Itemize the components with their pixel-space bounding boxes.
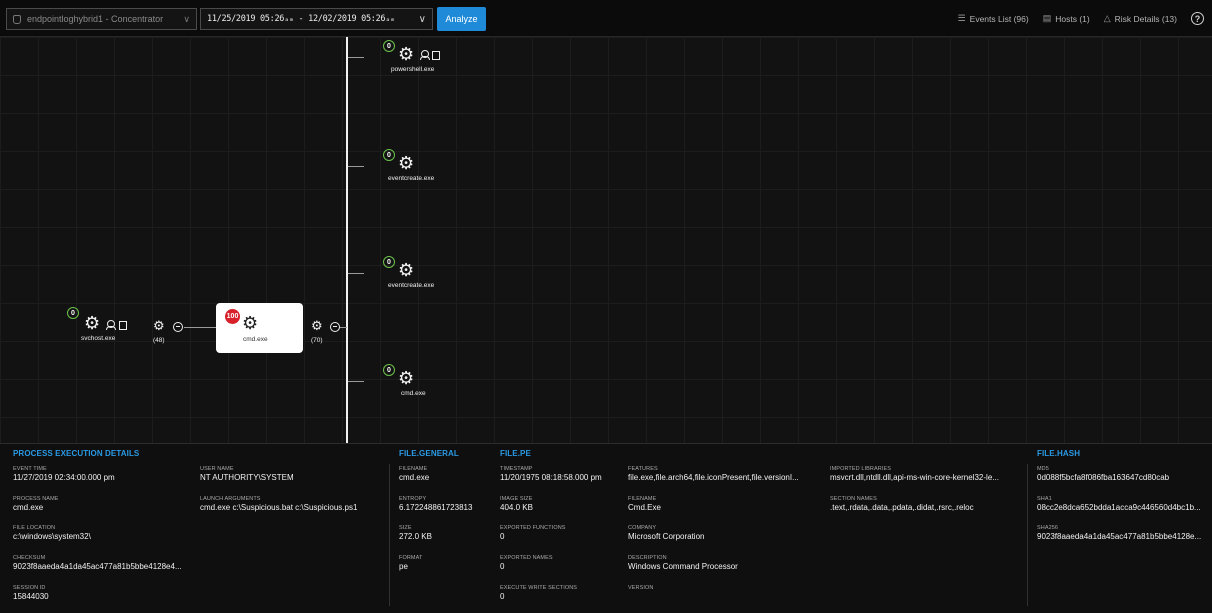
service-selector[interactable]: endpointloghybrid1 - Concentrator ∨ [6, 8, 197, 30]
analyze-button[interactable]: Analyze [437, 7, 486, 31]
field-imported-libraries: IMPORTED LIBRARIES msvcrt.dll,ntdll.dll,a… [830, 466, 999, 482]
field-section-names: SECTION NAMES .text,.rdata,.data,.pdata,.… [830, 496, 974, 512]
service-selector-label: endpointloghybrid1 - Concentrator [27, 14, 164, 24]
child-gear-icon: ⚙ [153, 319, 165, 334]
score-badge: 0 [383, 40, 395, 52]
process-gear-icon[interactable]: ⚙ [398, 46, 414, 64]
score-badge: 0 [383, 256, 395, 268]
field-features: FEATURES file.exe,file.arch64,file.iconPr… [628, 466, 799, 482]
field-md5: MD5 0d088f5bcfa8f086fba163647cd80cab [1037, 466, 1170, 482]
field-launch-arguments: LAUNCH ARGUMENTS cmd.exe c:\Suspicious.ba… [200, 496, 358, 512]
risk-details-label: Risk Details (13) [1114, 13, 1177, 24]
field-sha1: SHA1 08cc2e8dca652bdda1acca9c446560d4bc1b… [1037, 496, 1201, 512]
children-count: (48) [153, 337, 165, 344]
chevron-down-icon: ∨ [418, 13, 426, 25]
field-pe-filename: FILENAME Cmd.Exe [628, 496, 661, 512]
field-event-time: EVENT TIME 11/27/2019 02:34:00.000 pm [13, 466, 115, 482]
process-gear-icon[interactable]: ⚙ [84, 315, 100, 333]
score-badge: 0 [383, 149, 395, 161]
user-icon [420, 50, 430, 60]
process-label-powershell[interactable]: powershell.exe [391, 66, 434, 73]
host-icon: ▤ [1042, 13, 1052, 23]
children-connector [346, 37, 348, 443]
children-count: (70) [311, 337, 323, 344]
field-filename: FILENAME cmd.exe [399, 466, 430, 482]
time-range-selector[interactable]: 11/25/2019 05:26ₐₘ - 12/02/2019 05:26ₐₘ … [200, 8, 433, 30]
file-icon [432, 51, 440, 60]
field-exported-functions: EXPORTED FUNCTIONS 0 [500, 525, 566, 541]
field-exported-names: EXPORTED NAMES 0 [500, 555, 553, 571]
help-icon[interactable]: ? [1191, 12, 1204, 25]
edge-line [184, 327, 216, 328]
details-panel: PROCESS EXECUTION DETAILS EVENT TIME 11/2… [0, 443, 1212, 613]
field-execute-write-sections: EXECUTE WRITE SECTIONS 0 [500, 585, 578, 601]
process-gear-icon[interactable]: ⚙ [398, 155, 414, 173]
section-title-file-general: FILE.GENERAL [399, 449, 459, 458]
file-icon [119, 321, 127, 330]
time-range-label: 11/25/2019 05:26ₐₘ - 12/02/2019 05:26ₐₘ [207, 14, 395, 24]
field-version: VERSION [628, 585, 654, 591]
score-badge: 0 [383, 364, 395, 376]
edge-line [348, 381, 364, 382]
field-company: COMPANY Microsoft Corporation [628, 525, 705, 541]
process-graph[interactable]: 0 ⚙ svchost.exe ⚙ (48) 100 ⚙ cmd.exe ⚙ (… [0, 37, 1212, 443]
field-file-location: FILE LOCATION c:\windows\system32\ [13, 525, 91, 541]
top-toolbar: endpointloghybrid1 - Concentrator ∨ 11/2… [0, 0, 1212, 37]
score-badge: 0 [67, 307, 79, 319]
field-sha256: SHA256 9023f8aaeda4a1da45ac477a81b5bbe412… [1037, 525, 1202, 541]
collapse-icon[interactable] [330, 322, 340, 332]
field-format: FORMAT pe [399, 555, 423, 571]
risk-badge: 100 [225, 309, 240, 324]
process-gear-icon: ⚙ [242, 313, 259, 334]
field-user-name: USER NAME NT AUTHORITY\SYSTEM [200, 466, 294, 482]
field-checksum: CHECKSUM 9023f8aaeda4a1da45ac477a81b5bbe4… [13, 555, 182, 571]
field-size: SIZE 272.0 KB [399, 525, 432, 541]
risk-details-button[interactable]: △ Risk Details (13) [1104, 13, 1177, 24]
hosts-button[interactable]: ▤ Hosts (1) [1043, 13, 1090, 24]
process-label-eventcreate[interactable]: eventcreate.exe [388, 175, 434, 182]
field-session-id: SESSION ID 15844030 [13, 585, 49, 601]
child-gear-icon: ⚙ [311, 319, 323, 334]
section-title-process-execution: PROCESS EXECUTION DETAILS [13, 449, 140, 458]
edge-line [348, 57, 364, 58]
section-title-file-hash: FILE.HASH [1037, 449, 1081, 458]
list-icon: ☰ [957, 13, 966, 23]
edge-line [348, 273, 364, 274]
field-process-name: PROCESS NAME cmd.exe [13, 496, 59, 512]
field-image-size: IMAGE SIZE 404.0 KB [500, 496, 533, 512]
events-list-label: Events List (96) [969, 13, 1029, 24]
database-icon [13, 14, 21, 24]
edge-line [348, 166, 364, 167]
bell-icon: △ [1103, 13, 1111, 23]
hosts-label: Hosts (1) [1055, 13, 1090, 24]
process-label-svchost[interactable]: svchost.exe [81, 335, 115, 342]
divider [1027, 464, 1028, 606]
chevron-down-icon: ∨ [183, 13, 190, 24]
field-description: DESCRIPTION Windows Command Processor [628, 555, 738, 571]
field-timestamp: TIMESTAMP 11/20/1975 08:18:58.000 pm [500, 466, 602, 482]
events-list-button[interactable]: ☰ Events List (96) [958, 13, 1029, 24]
process-gear-icon[interactable]: ⚙ [398, 370, 414, 388]
process-label-eventcreate[interactable]: eventcreate.exe [388, 282, 434, 289]
user-icon [106, 320, 116, 330]
section-title-file-pe: FILE.PE [500, 449, 531, 458]
process-label-cmd-child[interactable]: cmd.exe [401, 390, 426, 397]
selected-process-node[interactable]: 100 ⚙ cmd.exe [216, 303, 303, 353]
process-gear-icon[interactable]: ⚙ [398, 262, 414, 280]
edge-line [340, 327, 347, 328]
collapse-icon[interactable] [173, 322, 183, 332]
field-entropy: ENTROPY 6.172248861723813 [399, 496, 473, 512]
process-label-cmd: cmd.exe [243, 336, 268, 343]
divider [389, 464, 390, 606]
